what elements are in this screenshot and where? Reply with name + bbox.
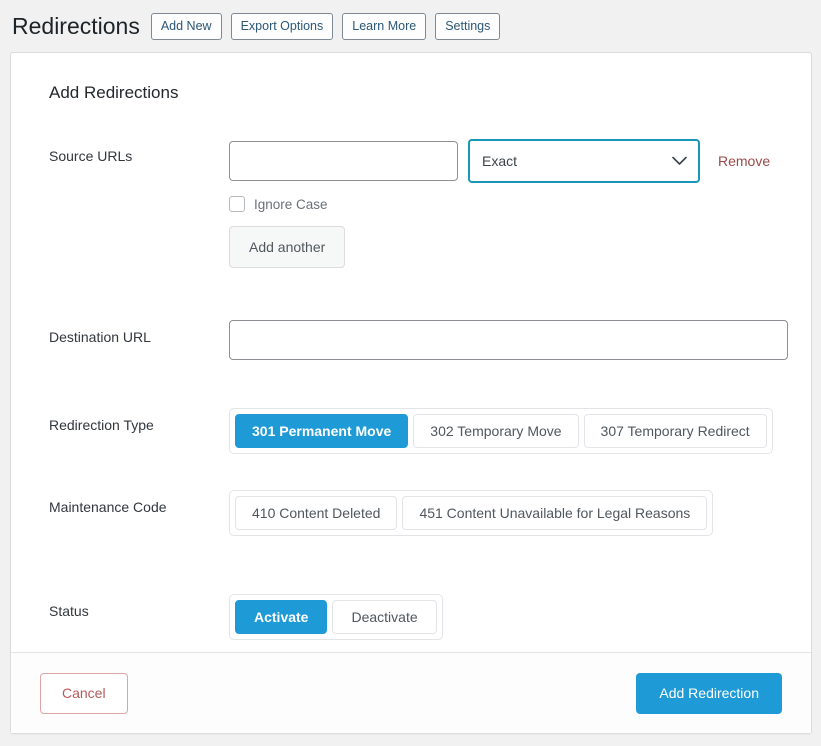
card-body: Add Redirections Source URLs Exact Remov… xyxy=(11,53,811,640)
add-new-button[interactable]: Add New xyxy=(150,13,222,40)
redirection-type-field: 301 Permanent Move 302 Temporary Move 30… xyxy=(229,408,783,454)
destination-url-label: Destination URL xyxy=(49,329,151,345)
card-heading: Add Redirections xyxy=(49,83,179,102)
ignore-case-checkbox[interactable] xyxy=(229,196,245,212)
redirection-type-label: Redirection Type xyxy=(49,417,154,433)
status-option-activate[interactable]: Activate xyxy=(235,600,328,634)
export-options-button[interactable]: Export Options xyxy=(230,13,334,40)
redirection-type-option-307[interactable]: 307 Temporary Redirect xyxy=(583,414,767,448)
maintenance-code-label: Maintenance Code xyxy=(49,499,167,515)
cancel-button[interactable]: Cancel xyxy=(40,672,128,714)
ignore-case-label[interactable]: Ignore Case xyxy=(254,197,328,212)
source-urls-label: Source URLs xyxy=(49,148,133,164)
status-field: Activate Deactivate xyxy=(229,594,783,640)
status-segmented-control: Activate Deactivate xyxy=(229,594,443,640)
match-type-select-value[interactable]: Exact xyxy=(468,139,700,183)
status-label: Status xyxy=(49,603,89,619)
status-option-deactivate[interactable]: Deactivate xyxy=(332,600,437,634)
source-urls-row: Source URLs Exact Remove Ignore Case Add… xyxy=(39,139,783,268)
learn-more-button[interactable]: Learn More xyxy=(342,13,427,40)
maintenance-code-segmented-control: 410 Content Deleted 451 Content Unavaila… xyxy=(229,490,714,536)
ignore-case-row: Ignore Case xyxy=(229,196,783,212)
maintenance-code-field: 410 Content Deleted 451 Content Unavaila… xyxy=(229,490,783,536)
match-type-select[interactable]: Exact xyxy=(468,139,700,183)
add-redirection-button[interactable]: Add Redirection xyxy=(636,672,782,714)
destination-url-row: Destination URL xyxy=(39,320,788,360)
remove-source-url-link[interactable]: Remove xyxy=(718,153,770,169)
page-title: Redirections xyxy=(12,12,140,39)
destination-url-field xyxy=(229,320,788,360)
source-urls-field: Exact Remove Ignore Case Add another xyxy=(229,139,783,268)
add-redirections-card: Add Redirections Source URLs Exact Remov… xyxy=(10,52,812,734)
maintenance-code-option-410[interactable]: 410 Content Deleted xyxy=(235,496,398,530)
settings-button[interactable]: Settings xyxy=(435,13,501,40)
redirection-type-option-302[interactable]: 302 Temporary Move xyxy=(413,414,579,448)
card-footer: Cancel Add Redirection xyxy=(11,652,811,733)
redirection-type-segmented-control: 301 Permanent Move 302 Temporary Move 30… xyxy=(229,408,773,454)
status-row: Status Activate Deactivate xyxy=(39,594,783,640)
source-url-line: Exact Remove xyxy=(229,139,783,183)
redirection-type-option-301[interactable]: 301 Permanent Move xyxy=(235,414,409,448)
add-another-button[interactable]: Add another xyxy=(229,226,346,268)
redirection-type-row: Redirection Type 301 Permanent Move 302 … xyxy=(39,408,783,454)
page-header: Redirections Add New Export Options Lear… xyxy=(0,0,821,44)
source-url-input[interactable] xyxy=(229,141,458,181)
destination-url-input[interactable] xyxy=(229,320,788,360)
maintenance-code-row: Maintenance Code 410 Content Deleted 451… xyxy=(39,490,783,536)
maintenance-code-option-451[interactable]: 451 Content Unavailable for Legal Reason… xyxy=(402,496,708,530)
